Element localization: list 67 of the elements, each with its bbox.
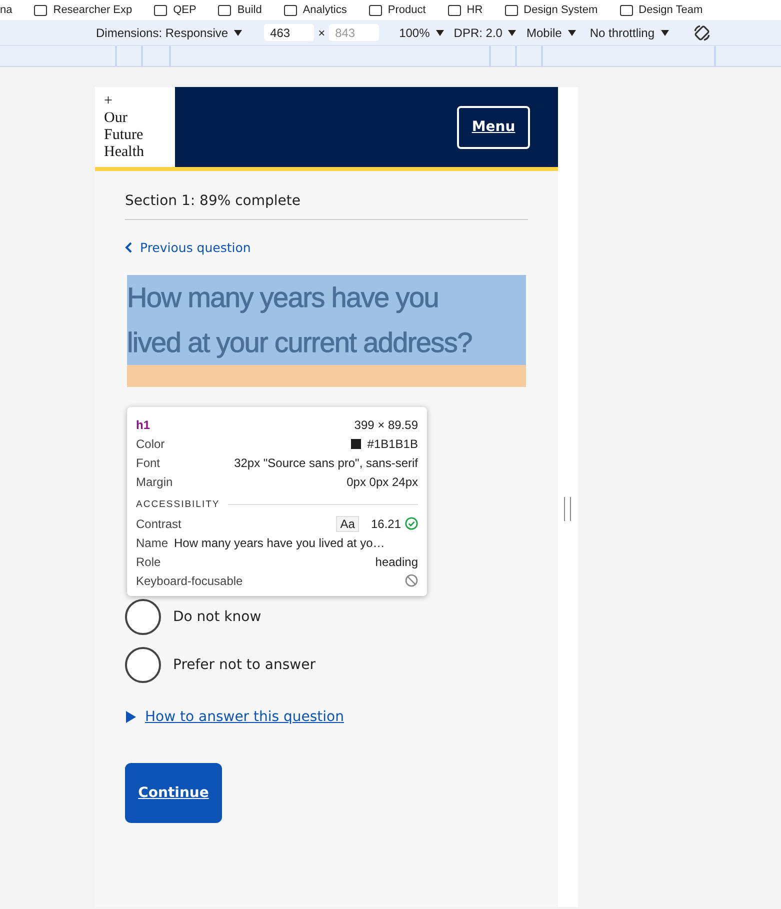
rotate-icon[interactable] xyxy=(692,24,711,42)
folder-icon[interactable] xyxy=(34,4,48,16)
bookmark-label[interactable]: Design Team xyxy=(638,4,703,16)
color-swatch xyxy=(351,438,362,448)
contrast-sample: Aa xyxy=(336,516,359,532)
bookmark-label[interactable]: QEP xyxy=(173,4,196,16)
device-dropdown[interactable]: Mobile xyxy=(526,26,576,40)
bookmark-label[interactable]: HR xyxy=(466,4,483,16)
logo-text: Health xyxy=(104,144,145,161)
property-label: Role xyxy=(136,554,161,568)
element-tag: h1 xyxy=(136,418,150,432)
height-field[interactable]: 843 xyxy=(329,24,380,41)
resize-handle[interactable] xyxy=(564,497,571,521)
caret-icon xyxy=(436,30,444,36)
radio-button[interactable] xyxy=(125,599,161,635)
folder-icon[interactable] xyxy=(448,4,461,16)
chevron-left-icon xyxy=(125,242,132,253)
caret-icon xyxy=(568,30,576,36)
progress-text: Section 1: 89% complete xyxy=(125,171,528,220)
page-heading: How many years have you lived at your current address? xyxy=(127,275,526,365)
folder-icon[interactable] xyxy=(504,4,518,16)
width-field[interactable]: 463 xyxy=(264,24,314,41)
caret-icon xyxy=(660,30,669,36)
logo-text: Our xyxy=(104,110,128,127)
property-label: Margin xyxy=(136,474,173,488)
property-value: 0px 0px 24px xyxy=(346,474,418,488)
throttling-dropdown[interactable]: No throttling xyxy=(590,26,669,40)
property-value: #1B1B1B xyxy=(367,436,418,450)
how-to-answer-link[interactable]: How to answer this question xyxy=(145,709,344,725)
option-label[interactable]: Do not know xyxy=(173,609,262,625)
dpr-dropdown[interactable]: DPR: 2.0 xyxy=(454,26,516,40)
logo[interactable]: + Our Future Health xyxy=(95,87,175,167)
option-label[interactable]: Prefer not to answer xyxy=(173,657,316,673)
previous-question-link[interactable]: Previous question xyxy=(125,240,251,255)
continue-button[interactable]: Continue xyxy=(125,763,222,823)
bookmark-label[interactable]: Build xyxy=(237,4,262,16)
section-title: ACCESSIBILITY xyxy=(136,499,220,510)
folder-icon[interactable] xyxy=(218,4,232,16)
logo-plus: + xyxy=(104,93,114,110)
times-sign: × xyxy=(318,26,326,40)
bookmark-label[interactable]: Analytics xyxy=(302,4,347,16)
property-value: heading xyxy=(375,554,418,568)
property-label: Name xyxy=(136,536,168,550)
bookmark-label[interactable]: na xyxy=(0,4,12,16)
logo-text: Future xyxy=(104,127,144,144)
property-label: Font xyxy=(136,456,160,470)
property-value: 32px "Source sans pro", sans-serif xyxy=(234,456,418,470)
zoom-dropdown[interactable]: 100% xyxy=(399,26,444,40)
property-label: Contrast xyxy=(136,516,182,530)
folder-icon[interactable] xyxy=(368,4,382,16)
bookmark-label[interactable]: Researcher Exp xyxy=(53,4,132,16)
folder-icon[interactable] xyxy=(620,4,633,16)
folder-icon[interactable] xyxy=(284,4,297,16)
caret-icon xyxy=(508,30,516,36)
property-value: How many years have you lived at yo… xyxy=(174,536,385,550)
element-size: 399 × 89.59 xyxy=(354,418,418,432)
menu-button[interactable]: Menu xyxy=(457,106,530,148)
property-label: Color xyxy=(136,436,165,450)
dimensions-dropdown[interactable]: Dimensions: Responsive xyxy=(96,26,242,40)
folder-icon[interactable] xyxy=(154,4,168,16)
contrast-value: 16.21 xyxy=(370,516,401,530)
triangle-right-icon[interactable] xyxy=(125,711,137,723)
bookmark-label[interactable]: Design System xyxy=(524,4,598,16)
radio-button[interactable] xyxy=(125,647,161,683)
bookmark-label[interactable]: Product xyxy=(388,4,426,16)
property-label: Keyboard-focusable xyxy=(136,574,243,588)
caret-icon xyxy=(234,30,242,36)
